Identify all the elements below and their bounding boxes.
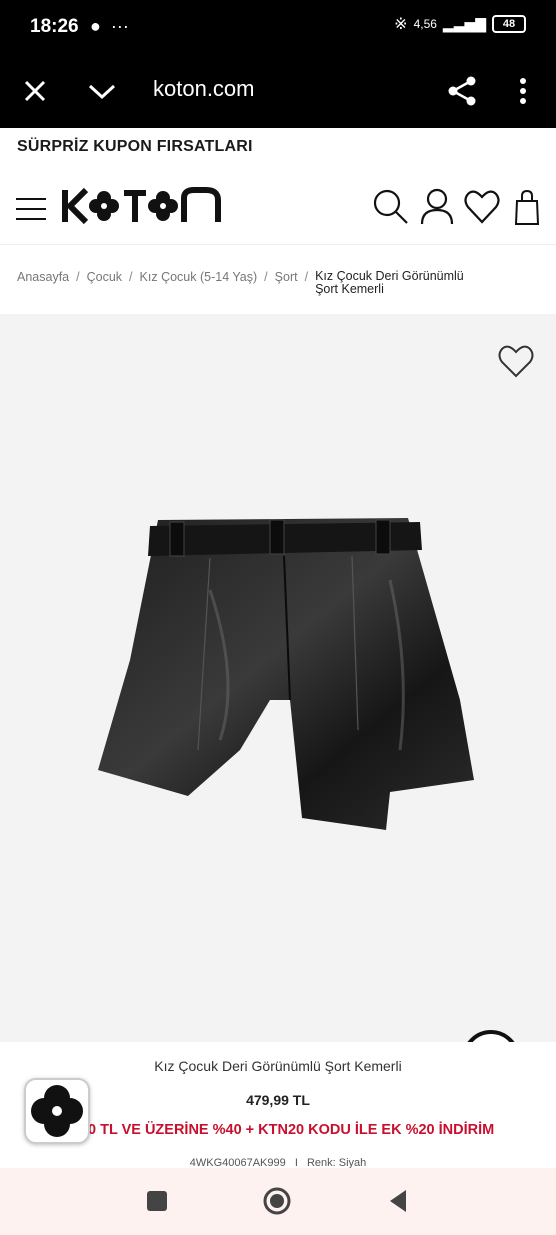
battery-icon: 48	[492, 15, 526, 33]
status-time: 18:26	[30, 16, 79, 37]
network-speed: 4,56	[413, 17, 437, 31]
add-to-favorites-heart-icon[interactable]	[496, 342, 536, 380]
status-bar: 18:26 ● ··· ※ 4,56 ▂▃▅▇ 48	[0, 0, 556, 56]
breadcrumb-current: Kız Çocuk Deri Görünümlü Şort Kemerli	[315, 269, 464, 296]
chevron-down-icon[interactable]	[86, 76, 118, 106]
bluetooth-icon: ※	[394, 16, 408, 33]
breadcrumb-sort[interactable]: Şort	[275, 270, 298, 284]
breadcrumb-cocuk[interactable]: Çocuk	[87, 270, 122, 284]
home-icon[interactable]	[262, 1186, 292, 1216]
signal-icon: ▂▃▅▇	[442, 15, 486, 32]
header-divider	[0, 244, 556, 245]
close-icon[interactable]	[20, 76, 50, 106]
share-icon[interactable]	[446, 74, 478, 108]
breadcrumb: Anasayfa / Çocuk / Kız Çocuk (5-14 Yaş) …	[17, 270, 465, 296]
heart-icon[interactable]	[463, 188, 501, 226]
search-icon[interactable]	[372, 188, 410, 226]
flower-logo-icon	[31, 1085, 83, 1137]
browser-toolbar: koton.com	[0, 56, 556, 128]
floating-brand-button[interactable]	[24, 1078, 90, 1144]
shopping-bag-icon[interactable]	[508, 188, 546, 226]
breadcrumb-separator: /	[129, 270, 133, 284]
coupon-promo-link[interactable]: SÜRPRİZ KUPON FIRSATLARI	[17, 138, 253, 156]
breadcrumb-separator: /	[304, 270, 309, 284]
breadcrumb-separator: /	[264, 270, 268, 284]
battery-level: 48	[502, 18, 516, 30]
more-icon: ···	[110, 16, 129, 36]
url-bar[interactable]: koton.com	[153, 76, 255, 102]
product-promo-text: 0 TL VE ÜZERİNE %40 + KTN20 KODU İLE EK …	[88, 1122, 495, 1138]
menu-icon[interactable]	[16, 198, 46, 220]
more-vertical-icon[interactable]	[512, 74, 534, 108]
product-title: Kız Çocuk Deri Görünümlü Şort Kemerli	[154, 1058, 402, 1074]
shorts-product-photo	[98, 518, 474, 830]
user-icon[interactable]	[418, 188, 456, 226]
system-navigation-bar	[0, 1168, 556, 1235]
back-icon[interactable]	[384, 1186, 414, 1216]
site-header	[0, 172, 556, 242]
breadcrumb-separator: /	[76, 270, 80, 284]
breadcrumb-kiz-cocuk[interactable]: Kız Çocuk (5-14 Yaş)	[140, 270, 258, 284]
chat-icon: ●	[90, 16, 101, 36]
recents-icon[interactable]	[142, 1186, 172, 1216]
koton-logo[interactable]	[60, 186, 225, 226]
breadcrumb-home[interactable]: Anasayfa	[17, 270, 69, 284]
